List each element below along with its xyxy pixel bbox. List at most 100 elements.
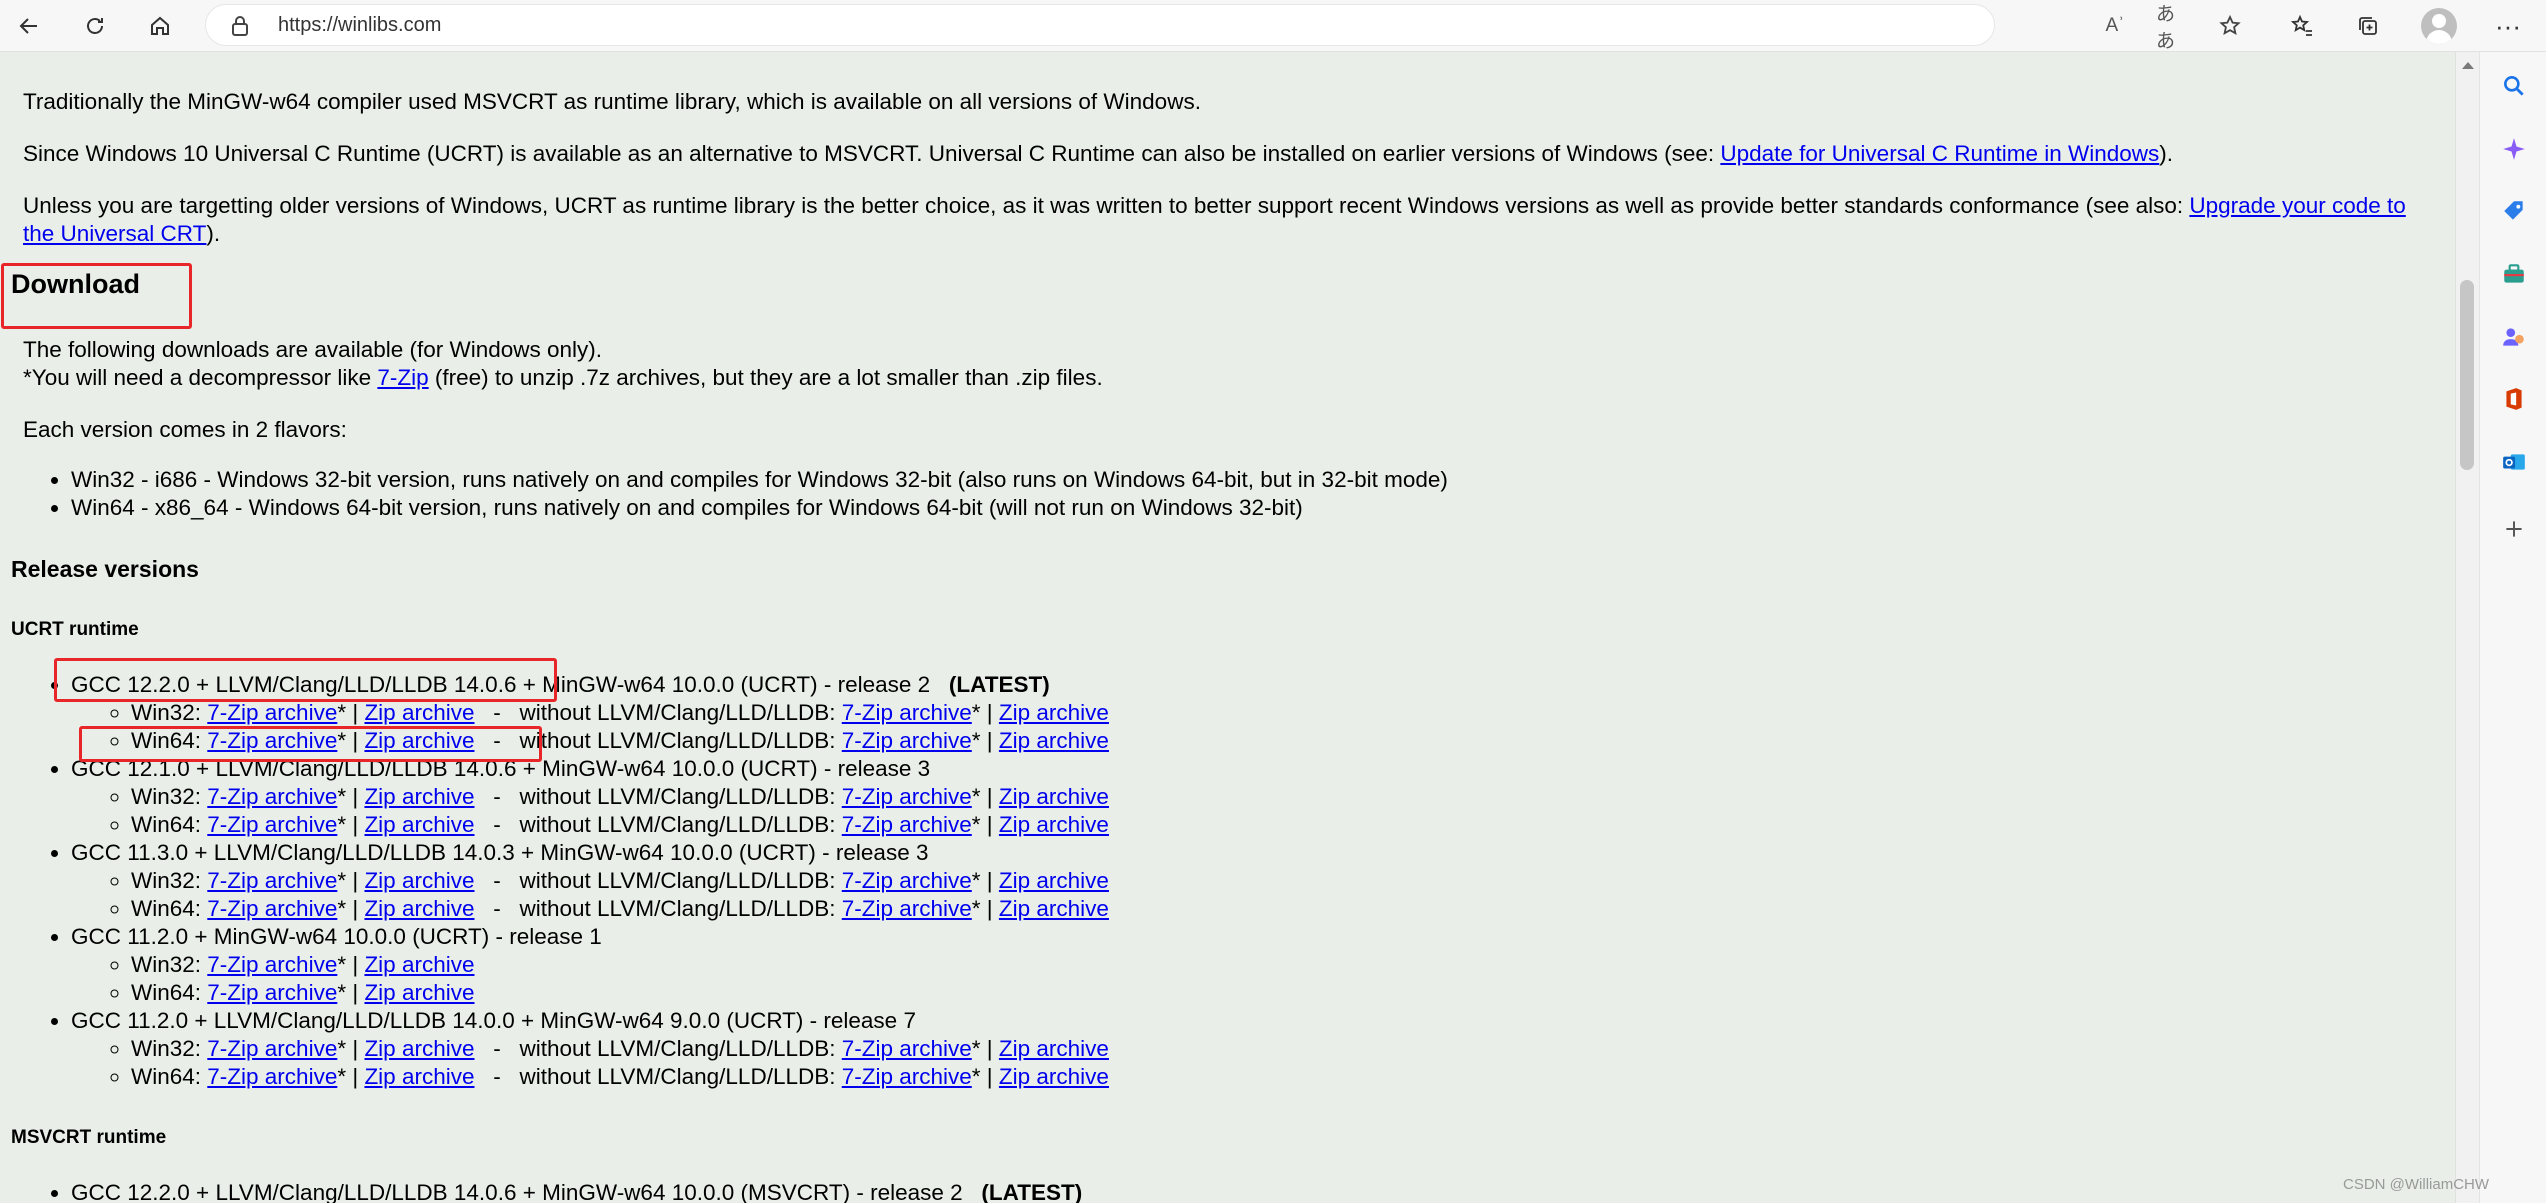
win32-zip-link[interactable]: Zip archive — [364, 784, 474, 809]
home-icon[interactable] — [140, 6, 180, 46]
win32-nollvm-7zip-link[interactable]: 7-Zip archive — [842, 700, 972, 725]
search-icon[interactable] — [2500, 72, 2528, 100]
targetting-text-end: ). — [206, 221, 221, 246]
win64-zip-link[interactable]: Zip archive — [364, 812, 474, 837]
scrollbar-thumb[interactable] — [2460, 280, 2474, 470]
office-icon[interactable] — [2500, 385, 2528, 413]
release-versions-heading: Release versions — [11, 556, 199, 582]
download-line-win32: Win32: 7-Zip archive* | Zip archive - wi… — [131, 783, 1109, 811]
win64-7zip-link[interactable]: 7-Zip archive — [207, 980, 337, 1005]
win32-7zip-link[interactable]: 7-Zip archive — [207, 700, 337, 725]
download-line-win32: Win32: 7-Zip archive* | Zip archive - wi… — [131, 1035, 1109, 1063]
win32-7zip-link[interactable]: 7-Zip archive — [207, 952, 337, 977]
win32-zip-link[interactable]: Zip archive — [364, 868, 474, 893]
copilot-icon[interactable] — [2500, 135, 2528, 163]
text-fragment: without LLVM/Clang/LLD/LLDB: — [519, 896, 842, 921]
win32-zip-link[interactable]: Zip archive — [364, 700, 474, 725]
win32-nollvm-zip-link[interactable]: Zip archive — [999, 784, 1109, 809]
platform-label: Win64: — [131, 980, 208, 1005]
platform-label: Win64: — [131, 896, 208, 921]
release-title: GCC 11.3.0 + LLVM/Clang/LLD/LLDB 14.0.3 … — [71, 840, 929, 865]
win32-7zip-link[interactable]: 7-Zip archive — [207, 784, 337, 809]
win32-nollvm-zip-link[interactable]: Zip archive — [999, 1036, 1109, 1061]
platform-label: Win32: — [131, 784, 208, 809]
win32-nollvm-7zip-link[interactable]: 7-Zip archive — [842, 868, 972, 893]
win64-nollvm-7zip-link[interactable]: 7-Zip archive — [842, 728, 972, 753]
release-item: GCC 11.2.0 + MinGW-w64 10.0.0 (UCRT) - r… — [71, 923, 1109, 1007]
download-line-win64: Win64: 7-Zip archive* | Zip archive - wi… — [131, 811, 1109, 839]
shopping-icon[interactable] — [2500, 197, 2528, 225]
latest-badge: (LATEST) — [981, 1180, 1083, 1203]
url-text[interactable]: https://winlibs.com — [278, 14, 441, 37]
download-line-win64: Win64: 7-Zip archive* | Zip archive — [131, 979, 1109, 1007]
decompressor-text: *You will need a decompressor like — [23, 365, 378, 390]
win32-zip-link[interactable]: Zip archive — [364, 952, 474, 977]
release-title: GCC 11.2.0 + LLVM/Clang/LLD/LLDB 14.0.0 … — [71, 1008, 916, 1033]
win64-zip-link[interactable]: Zip archive — [364, 980, 474, 1005]
win64-nollvm-zip-link[interactable]: Zip archive — [999, 728, 1109, 753]
release-title: GCC 11.2.0 + MinGW-w64 10.0.0 (UCRT) - r… — [71, 924, 602, 949]
win64-nollvm-7zip-link[interactable]: 7-Zip archive — [842, 896, 972, 921]
text-fragment: * | — [971, 812, 999, 837]
7zip-link[interactable]: 7-Zip — [377, 365, 428, 390]
refresh-icon[interactable] — [75, 6, 115, 46]
platform-label: Win32: — [131, 700, 208, 725]
text-fragment: without LLVM/Clang/LLD/LLDB: — [519, 1036, 842, 1061]
platform-label: Win64: — [131, 812, 208, 837]
win64-nollvm-zip-link[interactable]: Zip archive — [999, 812, 1109, 837]
win64-zip-link[interactable]: Zip archive — [364, 896, 474, 921]
win64-7zip-link[interactable]: 7-Zip archive — [207, 1064, 337, 1089]
text-fragment: * | — [337, 700, 365, 725]
profile-avatar[interactable] — [2421, 8, 2457, 44]
win64-nollvm-zip-link[interactable]: Zip archive — [999, 1064, 1109, 1089]
release-downloads: Win32: 7-Zip archive* | Zip archive - wi… — [71, 867, 1109, 923]
win64-7zip-link[interactable]: 7-Zip archive — [207, 896, 337, 921]
download-line-win32: Win32: 7-Zip archive* | Zip archive - wi… — [131, 867, 1109, 895]
text-fragment: * | — [971, 896, 999, 921]
ucrt-text-end: ). — [2159, 141, 2174, 166]
text-fragment: - — [474, 868, 520, 893]
win64-7zip-link[interactable]: 7-Zip archive — [207, 812, 337, 837]
lock-icon[interactable] — [228, 14, 252, 38]
text-fragment: - — [474, 896, 520, 921]
win32-nollvm-7zip-link[interactable]: 7-Zip archive — [842, 1036, 972, 1061]
collections-icon[interactable] — [2348, 6, 2388, 46]
tools-icon[interactable] — [2500, 260, 2528, 288]
win32-7zip-link[interactable]: 7-Zip archive — [207, 1036, 337, 1061]
win64-nollvm-7zip-link[interactable]: 7-Zip archive — [842, 812, 972, 837]
win64-nollvm-7zip-link[interactable]: 7-Zip archive — [842, 1064, 972, 1089]
page-scrollbar[interactable] — [2455, 52, 2479, 1203]
win32-nollvm-zip-link[interactable]: Zip archive — [999, 700, 1109, 725]
address-bar[interactable]: https://winlibs.com Aʾ ああ — [205, 4, 2241, 52]
release-item: GCC 11.2.0 + LLVM/Clang/LLD/LLDB 14.0.0 … — [71, 1007, 1109, 1091]
back-icon[interactable] — [9, 6, 49, 46]
text-fragment: without LLVM/Clang/LLD/LLDB: — [519, 812, 842, 837]
win32-zip-link[interactable]: Zip archive — [364, 1036, 474, 1061]
latest-badge: (LATEST) — [948, 672, 1050, 697]
page-viewport: Traditionally the MinGW-w64 compiler use… — [0, 52, 2455, 1203]
favorites-icon[interactable] — [2282, 6, 2322, 46]
text-fragment: * | — [337, 784, 365, 809]
win64-nollvm-zip-link[interactable]: Zip archive — [999, 896, 1109, 921]
win64-zip-link[interactable]: Zip archive — [364, 1064, 474, 1089]
scroll-up-arrow[interactable] — [2462, 62, 2474, 69]
more-icon[interactable]: ··· — [2488, 6, 2528, 46]
outlook-icon[interactable] — [2500, 448, 2528, 476]
ucrt-update-link[interactable]: Update for Universal C Runtime in Window… — [1720, 141, 2159, 166]
win32-nollvm-zip-link[interactable]: Zip archive — [999, 868, 1109, 893]
text-fragment: - — [474, 700, 520, 725]
text-fragment: without LLVM/Clang/LLD/LLDB: — [519, 728, 842, 753]
download-line-win64: Win64: 7-Zip archive* | Zip archive - wi… — [131, 1063, 1109, 1091]
win32-nollvm-7zip-link[interactable]: 7-Zip archive — [842, 784, 972, 809]
translate-icon[interactable]: ああ — [2156, 4, 2192, 52]
text-fragment: - — [474, 1064, 520, 1089]
win32-7zip-link[interactable]: 7-Zip archive — [207, 868, 337, 893]
add-favorite-icon[interactable] — [2216, 13, 2244, 39]
games-icon[interactable] — [2500, 323, 2528, 351]
read-aloud-icon[interactable]: Aʾ — [2101, 13, 2129, 39]
ucrt-text: Since Windows 10 Universal C Runtime (UC… — [23, 141, 1721, 166]
text-fragment: * | — [971, 1064, 999, 1089]
add-icon[interactable] — [2500, 515, 2528, 543]
text-fragment: - — [474, 812, 520, 837]
